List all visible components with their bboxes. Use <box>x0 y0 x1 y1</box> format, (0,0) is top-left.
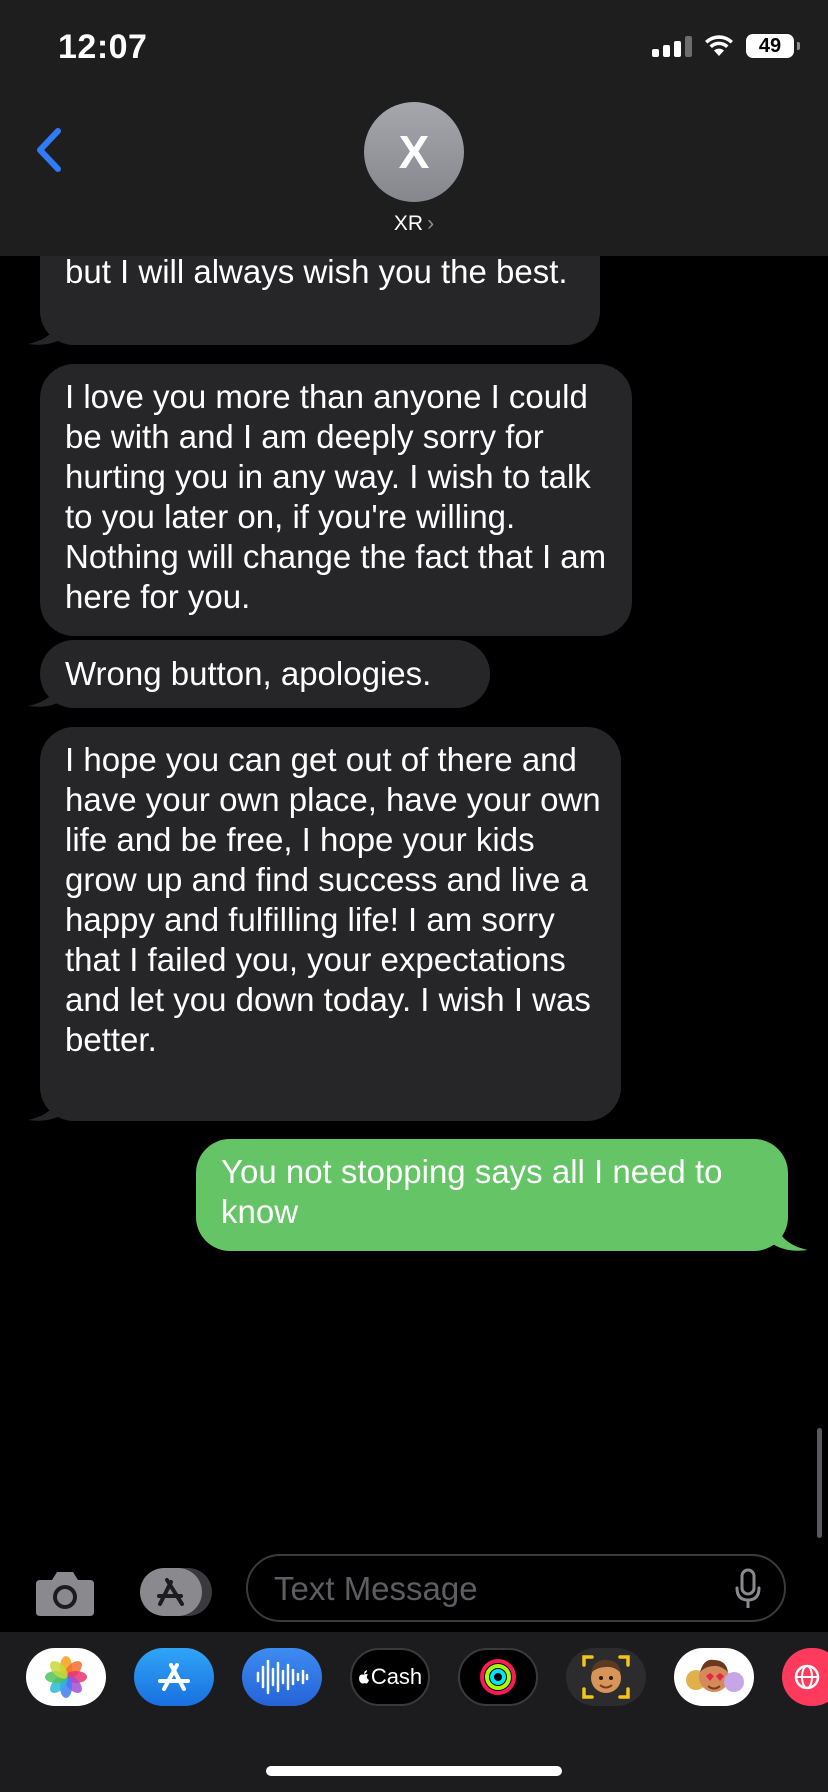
photos-app-icon[interactable] <box>26 1648 106 1706</box>
back-chevron-icon[interactable] <box>30 125 70 175</box>
bubble-tail <box>770 1224 808 1251</box>
message-bubble-incoming[interactable]: I hope you can get out of there and have… <box>40 727 621 1121</box>
contact-name-label: XR <box>393 212 424 235</box>
message-bubble-incoming[interactable]: Wrong button, apologies. <box>40 640 490 708</box>
message-bubble-outgoing[interactable]: You not stopping says all I need to know <box>196 1139 788 1251</box>
message-text: I love you more than anyone I could be w… <box>65 378 607 615</box>
audio-message-icon[interactable] <box>242 1648 322 1706</box>
camera-icon[interactable] <box>34 1568 96 1618</box>
message-text: You not stopping says all I need to know <box>221 1153 723 1230</box>
apple-cash-label: Cash <box>370 1664 423 1689</box>
memoji-stickers-icon[interactable] <box>674 1648 754 1706</box>
bubble-tail <box>28 1094 66 1121</box>
message-text: Wrong button, apologies. <box>65 655 432 692</box>
contact-avatar[interactable]: X <box>364 102 464 202</box>
message-text: I hope you can get out of there and have… <box>65 741 601 1058</box>
status-icons: 49 <box>652 34 800 58</box>
web-images-icon[interactable] <box>782 1648 828 1706</box>
app-store-icon[interactable] <box>134 1648 214 1706</box>
message-bubble-incoming[interactable]: I love you more than anyone I could be w… <box>40 364 632 636</box>
conversation-header: 12:07 49 X XR › <box>0 0 828 256</box>
message-input[interactable]: Text Message <box>246 1554 786 1622</box>
home-indicator[interactable] <box>266 1766 562 1776</box>
apple-cash-icon[interactable]: Cash <box>350 1648 430 1706</box>
message-text: but I will always wish you the best. <box>65 253 568 290</box>
wifi-icon <box>705 35 733 56</box>
microphone-icon[interactable] <box>734 1568 762 1610</box>
memoji-icon[interactable] <box>566 1648 646 1706</box>
compose-bar: Text Message <box>0 1552 828 1628</box>
message-input-placeholder: Text Message <box>274 1570 478 1607</box>
app-store-apps-icon[interactable] <box>138 1568 214 1616</box>
bubble-tail <box>28 318 66 345</box>
battery-icon: 49 <box>746 34 800 58</box>
fitness-activity-icon[interactable] <box>458 1648 538 1706</box>
cellular-signal-icon <box>652 35 692 57</box>
scrollbar[interactable] <box>817 1428 822 1538</box>
bubble-tail <box>28 680 66 707</box>
contact-name[interactable]: XR › <box>0 212 828 236</box>
status-time: 12:07 <box>58 28 148 66</box>
chevron-right-icon: › <box>427 212 435 235</box>
